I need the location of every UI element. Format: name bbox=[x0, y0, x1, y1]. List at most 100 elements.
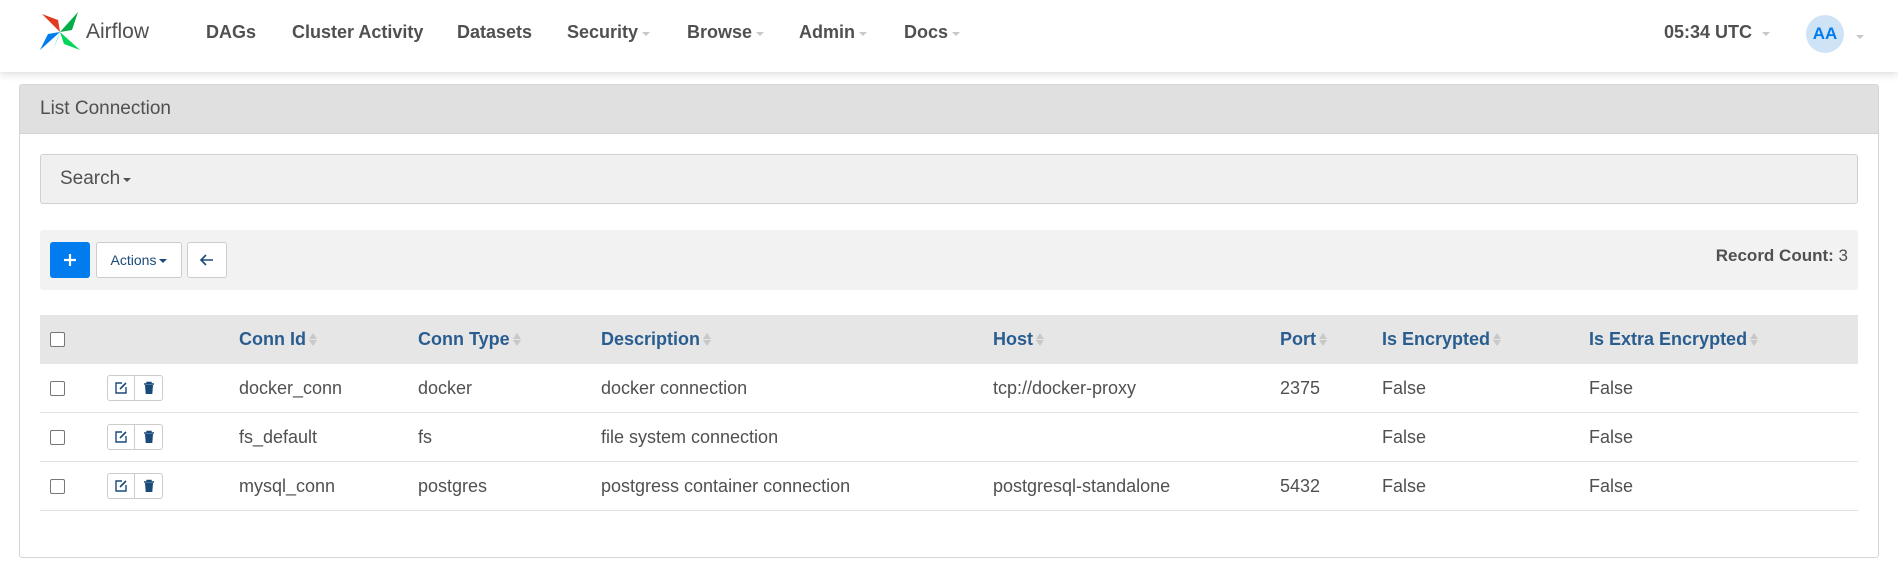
row-checkbox[interactable] bbox=[50, 380, 65, 396]
brand-name: Airflow bbox=[86, 20, 150, 43]
edit-record-button[interactable] bbox=[107, 473, 135, 499]
column-label: Is Extra Encrypted bbox=[1589, 329, 1748, 349]
nav-security[interactable]: Security bbox=[567, 22, 651, 43]
cell-description: file system connection bbox=[601, 426, 779, 447]
record-count-label: Record Count: bbox=[1715, 246, 1834, 265]
cell-conn-type: fs bbox=[418, 426, 433, 447]
arrow-left-icon bbox=[200, 254, 213, 266]
chevron-down-icon bbox=[859, 32, 867, 36]
chevron-down-icon bbox=[123, 178, 132, 182]
search-toggle[interactable]: Search bbox=[40, 154, 1858, 204]
chevron-down-icon bbox=[952, 32, 961, 36]
cell-conn-id: mysql_conn bbox=[239, 475, 336, 496]
brand-link[interactable]: Airflow bbox=[36, 8, 149, 56]
cell-is-encrypted: False bbox=[1382, 377, 1427, 398]
column-header-description[interactable]: Description bbox=[601, 315, 712, 364]
sort-icon bbox=[512, 333, 521, 346]
avatar-initials: AA bbox=[1812, 24, 1838, 43]
add-connection-button[interactable] bbox=[50, 242, 90, 278]
actions-label: Actions bbox=[110, 252, 157, 268]
column-label: Conn Id bbox=[239, 329, 306, 349]
record-count-value: 3 bbox=[1838, 246, 1848, 265]
trash-icon bbox=[143, 479, 154, 492]
sort-icon bbox=[703, 333, 712, 346]
search-label: Search bbox=[60, 168, 121, 189]
cell-description: docker connection bbox=[601, 377, 748, 398]
row-select-cell bbox=[50, 364, 65, 412]
column-header-conn-id[interactable]: Conn Id bbox=[239, 315, 317, 364]
cell-conn-type: docker bbox=[418, 377, 473, 398]
select-all-checkbox[interactable] bbox=[50, 332, 65, 347]
chevron-down-icon bbox=[642, 32, 651, 36]
column-header-port[interactable]: Port bbox=[1280, 315, 1327, 364]
nav-security-label: Security bbox=[567, 22, 639, 42]
edit-icon bbox=[115, 382, 127, 394]
timezone-clock[interactable]: 05:34 UTC bbox=[1664, 22, 1770, 43]
airflow-logo-icon bbox=[40, 12, 80, 52]
delete-record-button[interactable] bbox=[135, 375, 163, 401]
panel-heading: List Connection bbox=[20, 85, 1878, 134]
column-label: Host bbox=[993, 329, 1033, 349]
column-header-is-extra-encrypted[interactable]: Is Extra Encrypted bbox=[1589, 315, 1759, 364]
nav-docs[interactable]: Docs bbox=[904, 22, 961, 43]
table-row: fs_default fs file system connection Fal… bbox=[40, 413, 1858, 462]
column-header-host[interactable]: Host bbox=[993, 315, 1044, 364]
delete-record-button[interactable] bbox=[135, 424, 163, 450]
trash-icon bbox=[143, 381, 154, 394]
sort-icon bbox=[1319, 333, 1327, 346]
table-row: mysql_conn postgres postgress container … bbox=[40, 462, 1858, 511]
column-label: Description bbox=[601, 329, 701, 349]
delete-record-button[interactable] bbox=[135, 473, 163, 499]
nav-admin-label: Admin bbox=[799, 22, 855, 42]
edit-icon bbox=[115, 480, 127, 492]
nav-dags-label: DAGs bbox=[206, 22, 257, 42]
user-avatar[interactable]: AA bbox=[1806, 15, 1844, 53]
chevron-down-icon bbox=[756, 32, 765, 36]
nav-browse-label: Browse bbox=[687, 22, 753, 42]
cell-host: tcp://docker-proxy bbox=[993, 377, 1137, 398]
cell-is-encrypted: False bbox=[1382, 475, 1427, 496]
column-header-conn-type[interactable]: Conn Type bbox=[418, 315, 521, 364]
list-toolbar: Actions Record Count: 3 bbox=[40, 230, 1858, 290]
cell-conn-id: docker_conn bbox=[239, 377, 343, 398]
page-title: List Connection bbox=[40, 98, 171, 119]
back-button[interactable] bbox=[187, 242, 227, 278]
sort-icon bbox=[1750, 333, 1759, 346]
column-header-is-encrypted[interactable]: Is Encrypted bbox=[1382, 315, 1502, 364]
chevron-down-icon bbox=[1762, 32, 1770, 36]
cell-description: postgress container connection bbox=[601, 475, 851, 496]
row-actions bbox=[107, 364, 163, 412]
sort-icon bbox=[308, 333, 317, 346]
select-all-cell bbox=[50, 315, 65, 364]
edit-record-button[interactable] bbox=[107, 375, 135, 401]
nav-docs-label: Docs bbox=[904, 22, 949, 42]
cell-is-encrypted: False bbox=[1382, 426, 1427, 447]
nav-dags[interactable]: DAGs bbox=[206, 22, 256, 43]
cell-is-extra-encrypted: False bbox=[1589, 426, 1634, 447]
cell-conn-id: fs_default bbox=[239, 426, 318, 447]
cell-host: postgresql-standalone bbox=[993, 475, 1171, 496]
cell-is-extra-encrypted: False bbox=[1589, 475, 1634, 496]
column-label: Port bbox=[1280, 329, 1316, 349]
table-header-row: Conn Id Conn Type Description Host Port … bbox=[40, 315, 1858, 364]
chevron-down-icon bbox=[159, 259, 168, 263]
nav-datasets[interactable]: Datasets bbox=[457, 22, 532, 43]
top-navbar: Airflow DAGs Cluster Activity Datasets S… bbox=[0, 0, 1898, 72]
edit-record-button[interactable] bbox=[107, 424, 135, 450]
nav-browse[interactable]: Browse bbox=[687, 22, 765, 43]
column-label: Is Encrypted bbox=[1382, 329, 1491, 349]
cell-conn-type: postgres bbox=[418, 475, 488, 496]
nav-cluster-activity[interactable]: Cluster Activity bbox=[292, 22, 423, 43]
edit-icon bbox=[115, 431, 127, 443]
cell-is-extra-encrypted: False bbox=[1589, 377, 1634, 398]
row-checkbox[interactable] bbox=[50, 478, 65, 494]
row-checkbox[interactable] bbox=[50, 429, 65, 445]
chevron-down-icon[interactable] bbox=[1856, 35, 1864, 39]
nav-admin[interactable]: Admin bbox=[799, 22, 867, 43]
nav-datasets-label: Datasets bbox=[457, 22, 533, 42]
actions-dropdown[interactable]: Actions bbox=[96, 242, 182, 278]
column-label: Conn Type bbox=[418, 329, 510, 349]
sort-icon bbox=[1493, 333, 1502, 346]
row-select-cell bbox=[50, 413, 65, 461]
cell-port: 2375 bbox=[1280, 377, 1321, 398]
